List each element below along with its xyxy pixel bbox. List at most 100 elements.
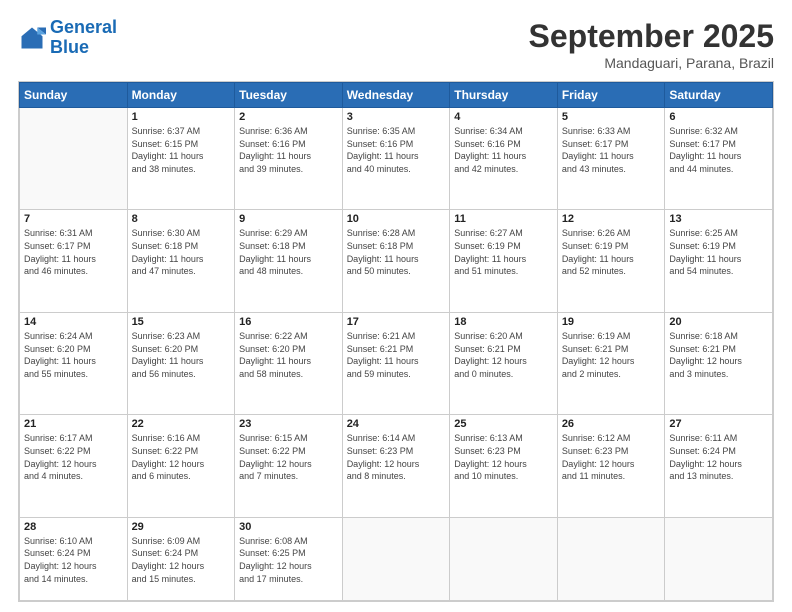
header-wednesday: Wednesday bbox=[342, 83, 450, 108]
header-sunday: Sunday bbox=[20, 83, 128, 108]
day-info: Sunrise: 6:08 AM Sunset: 6:25 PM Dayligh… bbox=[239, 535, 338, 585]
logo: General Blue bbox=[18, 18, 117, 58]
day-info: Sunrise: 6:11 AM Sunset: 6:24 PM Dayligh… bbox=[669, 432, 768, 482]
cell-0-4: 4 Sunrise: 6:34 AM Sunset: 6:16 PM Daylig… bbox=[450, 108, 558, 210]
cell-2-6: 20 Sunrise: 6:18 AM Sunset: 6:21 PM Dayli… bbox=[665, 312, 773, 414]
day-number: 26 bbox=[562, 418, 661, 430]
day-info: Sunrise: 6:24 AM Sunset: 6:20 PM Dayligh… bbox=[24, 330, 123, 380]
logo-text: General Blue bbox=[50, 18, 117, 58]
day-number: 27 bbox=[669, 418, 768, 430]
day-info: Sunrise: 6:22 AM Sunset: 6:20 PM Dayligh… bbox=[239, 330, 338, 380]
day-info: Sunrise: 6:35 AM Sunset: 6:16 PM Dayligh… bbox=[347, 125, 446, 175]
cell-2-1: 15 Sunrise: 6:23 AM Sunset: 6:20 PM Dayli… bbox=[127, 312, 235, 414]
page: General Blue September 2025 Mandaguari, … bbox=[0, 0, 792, 612]
day-info: Sunrise: 6:33 AM Sunset: 6:17 PM Dayligh… bbox=[562, 125, 661, 175]
day-number: 1 bbox=[132, 111, 231, 123]
day-number: 14 bbox=[24, 316, 123, 328]
day-number: 18 bbox=[454, 316, 553, 328]
day-info: Sunrise: 6:09 AM Sunset: 6:24 PM Dayligh… bbox=[132, 535, 231, 585]
day-info: Sunrise: 6:15 AM Sunset: 6:22 PM Dayligh… bbox=[239, 432, 338, 482]
day-info: Sunrise: 6:23 AM Sunset: 6:20 PM Dayligh… bbox=[132, 330, 231, 380]
day-number: 8 bbox=[132, 213, 231, 225]
day-number: 2 bbox=[239, 111, 338, 123]
day-info: Sunrise: 6:14 AM Sunset: 6:23 PM Dayligh… bbox=[347, 432, 446, 482]
cell-1-6: 13Sunrise: 6:25 AM Sunset: 6:19 PM Dayli… bbox=[665, 210, 773, 312]
cell-0-0 bbox=[20, 108, 128, 210]
cell-4-5 bbox=[557, 517, 665, 600]
day-info: Sunrise: 6:30 AM Sunset: 6:18 PM Dayligh… bbox=[132, 227, 231, 277]
cell-3-4: 25 Sunrise: 6:13 AM Sunset: 6:23 PM Dayli… bbox=[450, 415, 558, 517]
day-number: 29 bbox=[132, 521, 231, 533]
day-info: Sunrise: 6:27 AM Sunset: 6:19 PM Dayligh… bbox=[454, 227, 553, 277]
cell-3-2: 23 Sunrise: 6:15 AM Sunset: 6:22 PM Dayli… bbox=[235, 415, 343, 517]
day-number: 16 bbox=[239, 316, 338, 328]
cell-3-6: 27 Sunrise: 6:11 AM Sunset: 6:24 PM Dayli… bbox=[665, 415, 773, 517]
day-info: Sunrise: 6:21 AM Sunset: 6:21 PM Dayligh… bbox=[347, 330, 446, 380]
cell-2-5: 19 Sunrise: 6:19 AM Sunset: 6:21 PM Dayli… bbox=[557, 312, 665, 414]
logo-line1: General bbox=[50, 17, 117, 37]
day-info: Sunrise: 6:37 AM Sunset: 6:15 PM Dayligh… bbox=[132, 125, 231, 175]
header-tuesday: Tuesday bbox=[235, 83, 343, 108]
cell-4-1: 29 Sunrise: 6:09 AM Sunset: 6:24 PM Dayli… bbox=[127, 517, 235, 600]
header-thursday: Thursday bbox=[450, 83, 558, 108]
day-number: 10 bbox=[347, 213, 446, 225]
day-number: 22 bbox=[132, 418, 231, 430]
day-number: 24 bbox=[347, 418, 446, 430]
cell-2-4: 18 Sunrise: 6:20 AM Sunset: 6:21 PM Dayli… bbox=[450, 312, 558, 414]
logo-icon bbox=[18, 24, 46, 52]
cell-3-3: 24 Sunrise: 6:14 AM Sunset: 6:23 PM Dayli… bbox=[342, 415, 450, 517]
day-number: 7 bbox=[24, 213, 123, 225]
calendar: Sunday Monday Tuesday Wednesday Thursday… bbox=[18, 81, 774, 602]
day-info: Sunrise: 6:32 AM Sunset: 6:17 PM Dayligh… bbox=[669, 125, 768, 175]
cell-1-5: 12 Sunrise: 6:26 AM Sunset: 6:19 PM Dayli… bbox=[557, 210, 665, 312]
cell-0-6: 6Sunrise: 6:32 AM Sunset: 6:17 PM Daylig… bbox=[665, 108, 773, 210]
cell-4-3 bbox=[342, 517, 450, 600]
day-info: Sunrise: 6:18 AM Sunset: 6:21 PM Dayligh… bbox=[669, 330, 768, 380]
day-number: 28 bbox=[24, 521, 123, 533]
cell-2-2: 16 Sunrise: 6:22 AM Sunset: 6:20 PM Dayli… bbox=[235, 312, 343, 414]
day-info: Sunrise: 6:26 AM Sunset: 6:19 PM Dayligh… bbox=[562, 227, 661, 277]
day-number: 15 bbox=[132, 316, 231, 328]
day-info: Sunrise: 6:34 AM Sunset: 6:16 PM Dayligh… bbox=[454, 125, 553, 175]
header-friday: Friday bbox=[557, 83, 665, 108]
day-number: 21 bbox=[24, 418, 123, 430]
day-info: Sunrise: 6:36 AM Sunset: 6:16 PM Dayligh… bbox=[239, 125, 338, 175]
cell-4-4 bbox=[450, 517, 558, 600]
cell-1-1: 8 Sunrise: 6:30 AM Sunset: 6:18 PM Daylig… bbox=[127, 210, 235, 312]
cell-0-1: 1 Sunrise: 6:37 AM Sunset: 6:15 PM Daylig… bbox=[127, 108, 235, 210]
logo-line2: Blue bbox=[50, 37, 89, 57]
day-info: Sunrise: 6:13 AM Sunset: 6:23 PM Dayligh… bbox=[454, 432, 553, 482]
day-info: Sunrise: 6:20 AM Sunset: 6:21 PM Dayligh… bbox=[454, 330, 553, 380]
day-number: 13 bbox=[669, 213, 768, 225]
day-number: 19 bbox=[562, 316, 661, 328]
cell-2-3: 17Sunrise: 6:21 AM Sunset: 6:21 PM Dayli… bbox=[342, 312, 450, 414]
day-number: 12 bbox=[562, 213, 661, 225]
cell-0-5: 5 Sunrise: 6:33 AM Sunset: 6:17 PM Daylig… bbox=[557, 108, 665, 210]
day-info: Sunrise: 6:12 AM Sunset: 6:23 PM Dayligh… bbox=[562, 432, 661, 482]
cell-0-2: 2 Sunrise: 6:36 AM Sunset: 6:16 PM Daylig… bbox=[235, 108, 343, 210]
day-info: Sunrise: 6:29 AM Sunset: 6:18 PM Dayligh… bbox=[239, 227, 338, 277]
cell-1-2: 9Sunrise: 6:29 AM Sunset: 6:18 PM Daylig… bbox=[235, 210, 343, 312]
day-info: Sunrise: 6:19 AM Sunset: 6:21 PM Dayligh… bbox=[562, 330, 661, 380]
week-row-1: 1 Sunrise: 6:37 AM Sunset: 6:15 PM Daylig… bbox=[20, 108, 773, 210]
day-number: 5 bbox=[562, 111, 661, 123]
cell-3-1: 22Sunrise: 6:16 AM Sunset: 6:22 PM Dayli… bbox=[127, 415, 235, 517]
weekday-header-row: Sunday Monday Tuesday Wednesday Thursday… bbox=[20, 83, 773, 108]
title-block: September 2025 Mandaguari, Parana, Brazi… bbox=[529, 18, 774, 71]
week-row-5: 28Sunrise: 6:10 AM Sunset: 6:24 PM Dayli… bbox=[20, 517, 773, 600]
day-number: 20 bbox=[669, 316, 768, 328]
cell-2-0: 14 Sunrise: 6:24 AM Sunset: 6:20 PM Dayli… bbox=[20, 312, 128, 414]
header-monday: Monday bbox=[127, 83, 235, 108]
cell-4-6 bbox=[665, 517, 773, 600]
week-row-4: 21Sunrise: 6:17 AM Sunset: 6:22 PM Dayli… bbox=[20, 415, 773, 517]
month-title: September 2025 bbox=[529, 18, 774, 55]
cell-3-5: 26 Sunrise: 6:12 AM Sunset: 6:23 PM Dayli… bbox=[557, 415, 665, 517]
day-number: 11 bbox=[454, 213, 553, 225]
day-number: 4 bbox=[454, 111, 553, 123]
day-number: 23 bbox=[239, 418, 338, 430]
week-row-3: 14 Sunrise: 6:24 AM Sunset: 6:20 PM Dayli… bbox=[20, 312, 773, 414]
header: General Blue September 2025 Mandaguari, … bbox=[18, 18, 774, 71]
cell-3-0: 21Sunrise: 6:17 AM Sunset: 6:22 PM Dayli… bbox=[20, 415, 128, 517]
location-subtitle: Mandaguari, Parana, Brazil bbox=[529, 55, 774, 71]
day-number: 25 bbox=[454, 418, 553, 430]
